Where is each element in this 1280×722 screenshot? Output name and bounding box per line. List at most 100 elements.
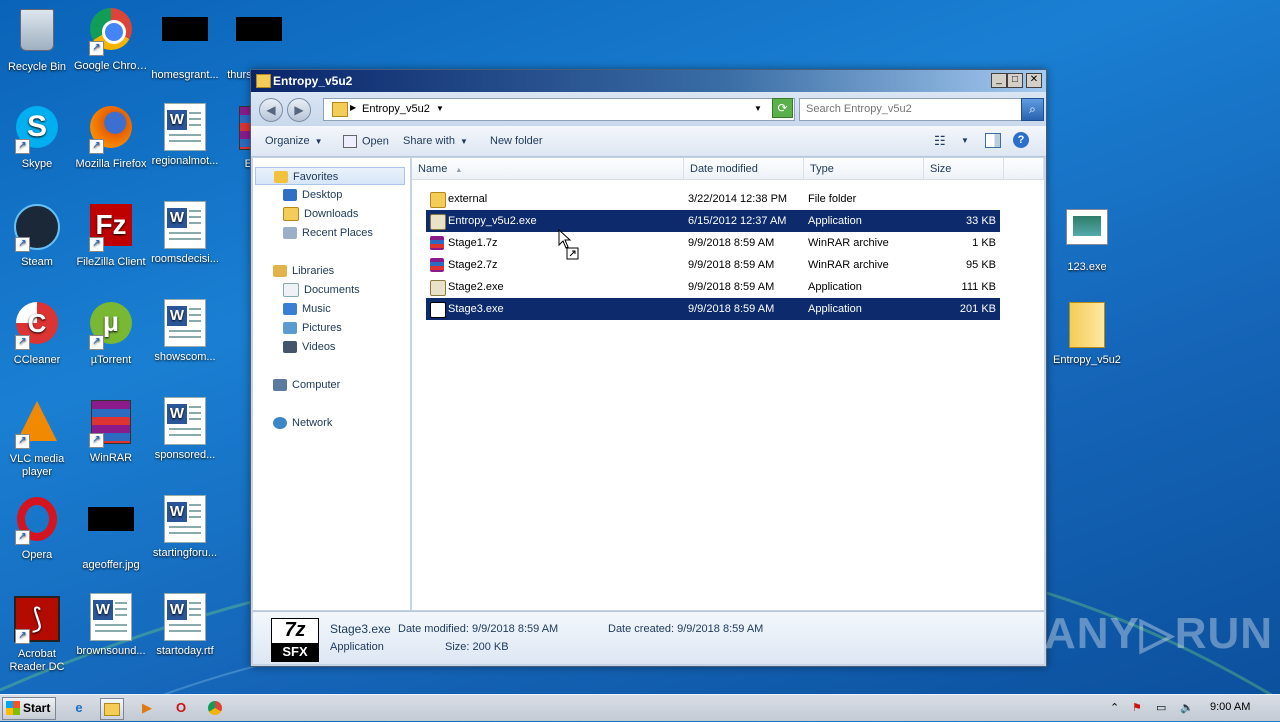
back-button[interactable]: ◀ xyxy=(259,98,283,122)
open-button[interactable]: Open xyxy=(343,135,389,148)
organize-button[interactable]: Organize ▼ xyxy=(265,135,323,147)
new-folder-button[interactable]: New folder xyxy=(490,135,543,147)
nav-label: Favorites xyxy=(293,171,339,183)
address-dropdown-icon[interactable]: ▼ xyxy=(754,104,762,113)
winrar-archive-icon xyxy=(430,236,444,250)
desktop-icon-label: showscom... xyxy=(154,351,216,363)
opera-icon[interactable]: O xyxy=(170,698,192,718)
internet-explorer-icon[interactable]: e xyxy=(68,698,90,718)
word-doc-icon: W xyxy=(161,397,209,445)
preview-pane-icon[interactable] xyxy=(985,133,1001,148)
desktop-icon[interactable]: Wshowscom... xyxy=(148,299,222,364)
desktop-icon[interactable]: ↗ Mozilla Firefox xyxy=(74,103,148,171)
clock[interactable]: 9:00 AM xyxy=(1210,701,1250,713)
desktop-icon[interactable]: ↗ VLC media player xyxy=(0,397,74,479)
nav-network[interactable]: Network xyxy=(273,414,332,432)
search-box[interactable] xyxy=(799,98,1022,121)
desktop-icon[interactable]: Entropy_v5u2 xyxy=(1050,299,1124,367)
nav-music[interactable]: Music xyxy=(283,300,331,318)
desktop-icon[interactable]: Wstartoday.rtf xyxy=(148,593,222,658)
desktop-icon[interactable]: ⟆ ↗ Acrobat Reader DC xyxy=(0,593,74,674)
file-type: File folder xyxy=(808,193,857,205)
exe-window-icon xyxy=(1063,209,1111,257)
action-center-icon[interactable]: ⚑ xyxy=(1132,701,1142,714)
column-header-type[interactable]: Type xyxy=(804,158,924,180)
desktop-icon[interactable]: S ↗ Skype xyxy=(0,103,74,171)
minimize-button[interactable]: _ xyxy=(991,73,1007,88)
nav-recent-places[interactable]: Recent Places xyxy=(283,224,373,242)
desktop-icon-label: VLC media player xyxy=(9,453,65,478)
start-button[interactable]: Start xyxy=(2,697,56,720)
volume-icon[interactable]: 🔈 xyxy=(1180,701,1194,714)
nav-computer[interactable]: Computer xyxy=(273,376,340,394)
navigation-pane: Favorites Desktop Downloads Recent Place… xyxy=(253,158,411,610)
desktop-icon[interactable]: µ ↗ µTorrent xyxy=(74,299,148,367)
desktop-icon[interactable]: Wregionalmot... xyxy=(148,103,222,168)
help-icon[interactable]: ? xyxy=(1013,132,1029,148)
desktop-icon[interactable]: 123.exe xyxy=(1050,201,1124,274)
7z-sfx-icon: 7z SFX xyxy=(271,618,319,662)
desktop-icon-label: Google Chrome xyxy=(74,60,148,72)
desktop-icon[interactable]: ↗ Steam xyxy=(0,201,74,269)
desktop-icon[interactable]: Wroomsdecisi... xyxy=(148,201,222,266)
nav-libraries[interactable]: Libraries xyxy=(273,262,334,280)
column-header-name[interactable]: Name ▲ xyxy=(412,158,684,180)
file-size: 1 KB xyxy=(972,237,996,249)
nav-favorites[interactable]: Favorites xyxy=(255,167,405,185)
address-bar[interactable]: ▶ Entropy_v5u2 ▼ ▼ xyxy=(323,98,795,121)
file-name: Stage1.7z xyxy=(448,237,498,249)
refresh-button[interactable]: ⟳ xyxy=(772,98,793,118)
desktop-icon[interactable]: homesgrant... xyxy=(148,5,222,82)
file-row[interactable]: Stage2.7z 9/9/2018 8:59 AM WinRAR archive 9… xyxy=(426,254,1000,276)
view-options-icon[interactable]: ☷ xyxy=(934,133,946,149)
search-input[interactable] xyxy=(806,103,1006,115)
nav-desktop[interactable]: Desktop xyxy=(283,186,342,204)
search-icon[interactable]: ⌕ xyxy=(1021,98,1044,121)
file-row[interactable]: external 3/22/2014 12:38 PM File folder xyxy=(426,188,1000,210)
desktop-icon-label: regionalmot... xyxy=(151,155,219,167)
file-row[interactable]: Entropy_v5u2.exe 6/15/2012 12:37 AM Applic… xyxy=(426,210,1000,232)
desktop-icon[interactable]: ↗ WinRAR xyxy=(74,397,148,465)
desktop-icon[interactable]: ↗ Google Chrome xyxy=(74,5,148,73)
desktop-icon-label: WinRAR xyxy=(89,452,133,464)
details-filename: Stage3.exe xyxy=(330,622,391,636)
share-with-button[interactable]: Share with ▼ xyxy=(403,135,468,147)
desktop-icon[interactable]: Wsponsored... xyxy=(148,397,222,462)
network-tray-icon[interactable]: ▭ xyxy=(1156,701,1166,714)
desktop-icon[interactable]: Recycle Bin xyxy=(0,5,74,74)
file-size: 33 KB xyxy=(966,215,996,227)
explorer-taskbar-icon[interactable] xyxy=(100,698,124,720)
black-thumbnail-icon xyxy=(87,507,135,555)
chevron-right-icon[interactable]: ▶ xyxy=(350,103,356,112)
column-header-size[interactable]: Size xyxy=(924,158,1004,180)
desktop-icon[interactable]: Fz ↗ FileZilla Client xyxy=(74,201,148,269)
maximize-button[interactable]: □ xyxy=(1007,73,1023,88)
desktop-icon[interactable]: C ↗ CCleaner xyxy=(0,299,74,367)
close-button[interactable]: ✕ xyxy=(1026,73,1042,88)
nav-documents[interactable]: Documents xyxy=(283,281,360,299)
media-player-icon[interactable]: ▶ xyxy=(136,698,158,718)
file-row[interactable]: Stage1.7z 9/9/2018 8:59 AM WinRAR archive 1… xyxy=(426,232,1000,254)
show-hidden-icons-icon[interactable]: ⌃ xyxy=(1110,701,1119,714)
chevron-down-icon[interactable]: ▼ xyxy=(436,104,444,113)
desktop-icon[interactable]: ↗ Opera xyxy=(0,495,74,562)
word-doc-icon: W xyxy=(161,593,209,641)
nav-downloads[interactable]: Downloads xyxy=(283,205,358,223)
chevron-down-icon[interactable]: ▼ xyxy=(961,136,969,145)
file-row[interactable]: Stage2.exe 9/9/2018 8:59 AM Application 111… xyxy=(426,276,1000,298)
desktop-icon[interactable]: Wbrownsound... xyxy=(74,593,148,658)
column-label: Type xyxy=(810,163,834,175)
file-type: Application xyxy=(808,215,862,227)
nav-videos[interactable]: Videos xyxy=(283,338,335,356)
network-icon xyxy=(273,417,287,430)
desktop-icon[interactable]: Wstartingforu... xyxy=(148,495,222,560)
column-header-date[interactable]: Date modified xyxy=(684,158,804,180)
details-type: Application xyxy=(330,641,384,653)
file-row[interactable]: Stage3.exe 9/9/2018 8:59 AM Application 201… xyxy=(426,298,1000,320)
desktop-icon[interactable]: ageoffer.jpg xyxy=(74,495,148,572)
title-bar[interactable]: Entropy_v5u2 _ □ ✕ xyxy=(251,70,1046,92)
nav-pictures[interactable]: Pictures xyxy=(283,319,342,337)
forward-button[interactable]: ▶ xyxy=(287,98,311,122)
exe-icon xyxy=(430,214,446,230)
chrome-icon[interactable] xyxy=(204,698,226,718)
